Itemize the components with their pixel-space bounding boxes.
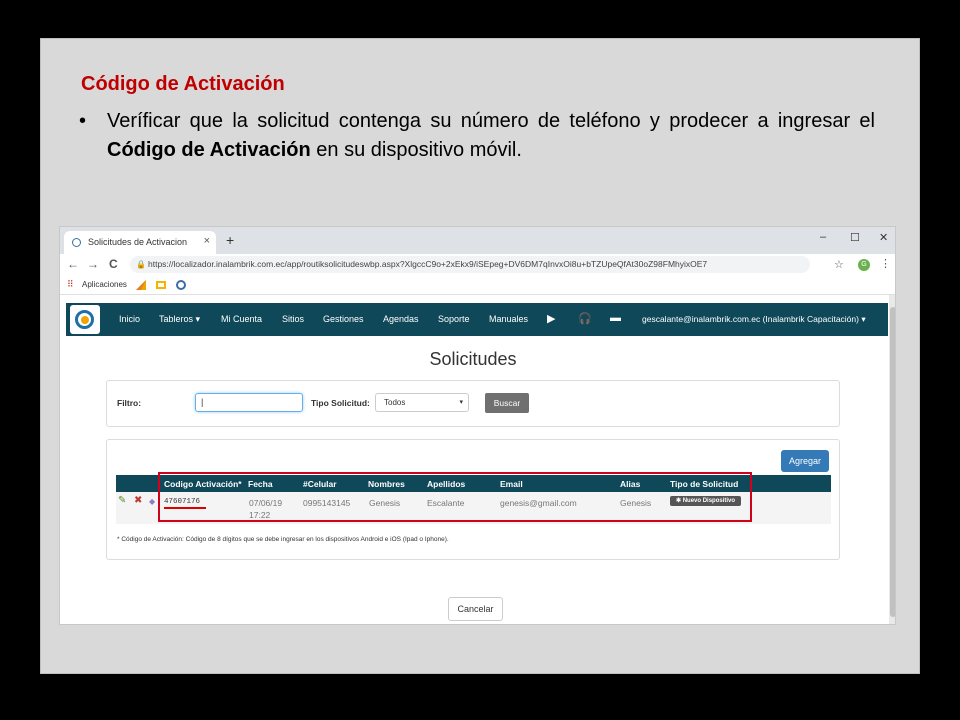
highlight-box <box>158 472 752 522</box>
back-icon[interactable]: ← <box>67 257 79 271</box>
chat-icon[interactable]: ▬ <box>610 312 621 324</box>
bullet-text: Veríficar que la solicitud contenga su n… <box>107 107 875 165</box>
tab-title: Solicitudes de Activacion <box>88 237 188 247</box>
address-bar: ← → C 🔒 https://localizador.inalambrik.c… <box>60 254 895 277</box>
minimize-icon[interactable]: – <box>820 231 826 243</box>
bullet-point: • Veríficar que la solicitud contenga su… <box>79 107 875 165</box>
tab-bar: Solicitudes de Activacion × + – ☐ ✕ <box>60 227 895 254</box>
add-button[interactable]: Agregar <box>781 450 829 472</box>
profile-avatar[interactable]: G <box>858 259 870 271</box>
new-tab-icon[interactable]: + <box>226 232 234 248</box>
bookmark-star-icon[interactable]: ☆ <box>834 258 844 271</box>
nav-mi-cuenta[interactable]: Mi Cuenta <box>221 314 262 324</box>
bookmark-slides-icon[interactable] <box>156 280 166 290</box>
url-field[interactable]: 🔒 https://localizador.inalambrik.com.ec/… <box>130 256 810 273</box>
browser-menu-icon[interactable]: ⋮ <box>880 257 891 270</box>
edit-icon[interactable]: ✎ <box>118 495 126 506</box>
chevron-down-icon: ▾ <box>459 399 463 406</box>
cancel-button[interactable]: Cancelar <box>448 597 503 621</box>
scrollbar-thumb[interactable] <box>890 307 895 617</box>
nav-manuales[interactable]: Manuales <box>489 314 528 324</box>
filter-label: Filtro: <box>117 398 142 408</box>
user-menu[interactable]: gescalante@inalambrik.com.ec (Inalambrik… <box>642 314 866 325</box>
footnote: * Código de Activación: Código de 8 dígi… <box>117 536 449 543</box>
nav-sitios[interactable]: Sitios <box>282 314 304 324</box>
type-select[interactable]: Todos ▾ <box>375 393 469 412</box>
headset-icon[interactable]: 🎧 <box>578 312 592 325</box>
maximize-icon[interactable]: ☐ <box>850 231 860 244</box>
forward-icon[interactable]: → <box>87 257 99 271</box>
youtube-icon[interactable]: ▶ <box>547 312 555 325</box>
browser-tab[interactable]: Solicitudes de Activacion × <box>64 231 216 254</box>
bullet-text-bold: Código de Activación <box>107 139 311 161</box>
favicon-icon <box>72 238 81 247</box>
filter-input[interactable]: | <box>195 393 303 412</box>
bookmarks-bar: ⠿ Aplicaciones <box>60 276 895 295</box>
apps-label[interactable]: Aplicaciones <box>82 280 127 289</box>
lock-icon: 🔒 <box>136 260 146 269</box>
apps-icon[interactable]: ⠿ <box>67 279 74 290</box>
nav-inicio[interactable]: Inicio <box>119 314 140 324</box>
nav-agendas[interactable]: Agendas <box>383 314 419 324</box>
app-logo[interactable] <box>70 305 100 334</box>
slide-title: Código de Activación <box>81 73 285 95</box>
filter-panel: Filtro: | Tipo Solicitud: Todos ▾ Buscar <box>106 380 840 427</box>
nav-gestiones[interactable]: Gestiones <box>323 314 364 324</box>
page-heading: Solicitudes <box>429 349 517 369</box>
search-button[interactable]: Buscar <box>485 393 529 413</box>
extra-action-icon[interactable]: ◆ <box>149 497 155 506</box>
bookmark-chart-icon[interactable] <box>136 280 146 290</box>
reload-icon[interactable]: C <box>109 257 118 271</box>
browser-screenshot: Solicitudes de Activacion × + – ☐ ✕ ← → … <box>59 226 896 625</box>
delete-icon[interactable]: ✖ <box>134 495 142 506</box>
nav-tableros[interactable]: Tableros ▾ <box>159 314 200 325</box>
bullet-text-part1: Veríficar que la solicitud contenga su n… <box>107 110 875 132</box>
tab-close-icon[interactable]: × <box>204 235 210 247</box>
bullet-text-part2: en su dispositivo móvil. <box>310 139 522 161</box>
nav-soporte[interactable]: Soporte <box>438 314 470 324</box>
type-label: Tipo Solicitud: <box>311 398 370 408</box>
window-close-icon[interactable]: ✕ <box>879 231 888 244</box>
bullet-dot: • <box>79 110 87 132</box>
url-text: https://localizador.inalambrik.com.ec/ap… <box>148 259 708 269</box>
bookmark-site-icon[interactable] <box>176 280 186 290</box>
scrollbar[interactable] <box>889 295 895 624</box>
type-select-value: Todos <box>384 398 406 407</box>
app-navbar: Inicio Tableros ▾ Mi Cuenta Sitios Gesti… <box>66 303 888 336</box>
